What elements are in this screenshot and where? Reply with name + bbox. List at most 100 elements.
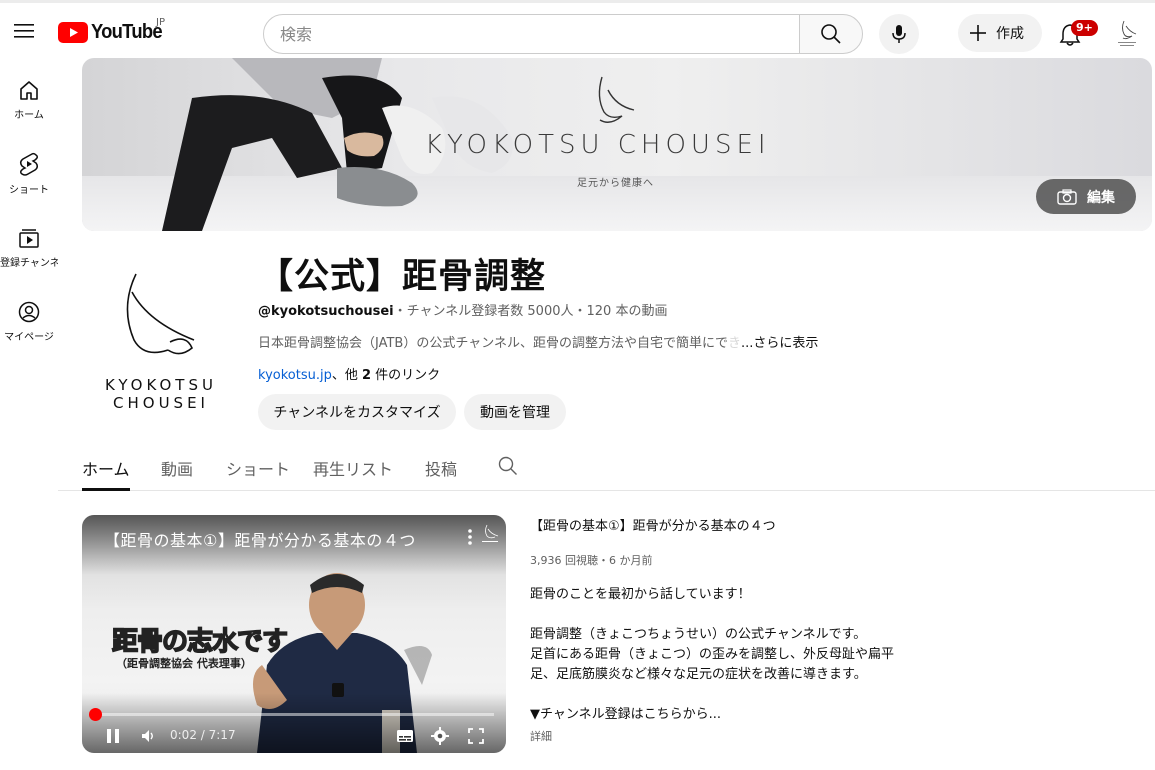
customize-channel-button[interactable]: チャンネルをカスタマイズ — [258, 394, 456, 430]
watermark-logo-icon — [482, 524, 499, 542]
channel-links: kyokotsu.jp、他 2 件のリンク — [258, 364, 440, 383]
video-overlay-subtitle: （距骨調整協会 代表理事） — [116, 657, 252, 670]
subscriptions-icon — [19, 229, 39, 248]
show-more-link[interactable]: ...さらに表示 — [741, 336, 818, 351]
captions-icon — [397, 730, 413, 742]
plus-icon — [970, 25, 986, 41]
kyokotsu-logo-icon — [126, 273, 195, 355]
region-label: JP — [156, 17, 165, 28]
channel-link-url[interactable]: kyokotsu.jp — [258, 368, 332, 383]
kyokotsu-logo-icon — [1118, 20, 1137, 46]
video-description: 距骨のことを最初から話しています！ 距骨調整（きょこつちょうせい）の公式チャンネ… — [530, 585, 950, 725]
channel-title: 【公式】距骨調整 — [258, 257, 547, 297]
stats-separator: ・ — [598, 554, 609, 567]
banner-title: KYOKOTSU CHOUSEI — [425, 130, 771, 160]
channel-description[interactable]: 日本距骨調整協会（JATB）の公式チャンネル、距骨の調整方法や自宅で簡単にでき.… — [258, 332, 818, 351]
manage-videos-button[interactable]: 動画を管理 — [464, 394, 566, 430]
tab-playlists[interactable]: 再生リスト — [313, 456, 393, 480]
description-line: 足、足底筋膜炎など様々な足元の症状を改善に導きます。 — [530, 667, 867, 682]
video-count: 120 本の動画 — [586, 304, 668, 319]
player-more-button[interactable] — [460, 527, 480, 547]
sidebar-item-label: ホーム — [14, 110, 44, 121]
description-line: 足首にある距骨（きょこつ）の歪みを調整し、外反母趾や扁平 — [530, 647, 895, 662]
duration: 7:17 — [208, 728, 236, 742]
sidebar-item-label: 登録チャンネル — [0, 258, 58, 269]
current-time: 0:02 — [170, 728, 197, 742]
search-icon — [821, 24, 841, 44]
links-count: 2 — [361, 368, 372, 383]
menu-button[interactable] — [8, 13, 40, 49]
you-icon — [18, 301, 40, 323]
notification-badge: 9+ — [1071, 20, 1098, 36]
description-fade: き — [727, 336, 741, 351]
subscriber-count: チャンネル登録者数 5000人 — [406, 304, 574, 319]
links-suffix-post[interactable]: 件のリンク — [371, 368, 440, 383]
channel-avatar-text: KYOKOTSU CHOUSEI — [96, 376, 226, 412]
edit-banner-button[interactable]: 編集 — [1036, 179, 1136, 214]
banner-logo-mark — [598, 76, 635, 123]
progress-scrubber[interactable] — [89, 708, 102, 721]
camera-icon — [1057, 188, 1077, 205]
captions-button[interactable] — [394, 725, 416, 747]
banner-subtitle: 足元から健康へ — [577, 178, 654, 189]
sidebar-item-shorts[interactable]: ショート — [0, 144, 58, 204]
shorts-icon — [19, 152, 39, 176]
tab-videos[interactable]: 動画 — [161, 456, 193, 480]
active-tab-indicator — [82, 488, 130, 491]
channel-tabs: ホーム 動画 ショート 再生リスト 投稿 — [58, 446, 1155, 491]
tab-shorts[interactable]: ショート — [226, 456, 290, 480]
pause-icon — [107, 729, 119, 743]
youtube-play-icon — [58, 21, 88, 43]
top-bar: YouTube JP 作成 9+ — [0, 0, 1155, 58]
video-stats: 3,936 回視聴・6 か月前 — [530, 552, 653, 568]
progress-bar[interactable] — [94, 713, 494, 716]
channel-avatar[interactable]: KYOKOTSU CHOUSEI — [96, 262, 226, 412]
sidebar-item-home[interactable]: ホーム — [0, 70, 58, 130]
pause-button[interactable] — [102, 725, 124, 747]
hamburger-menu-icon — [14, 24, 34, 38]
video-details-link[interactable]: 詳細 — [530, 728, 552, 744]
volume-button[interactable] — [138, 725, 160, 747]
channel-handle: @kyokotsuchousei — [258, 304, 394, 319]
tab-posts[interactable]: 投稿 — [425, 456, 457, 480]
description-text: 日本距骨調整協会（JATB）の公式チャンネル、距骨の調整方法や自宅で簡単にで — [258, 336, 728, 351]
view-count: 3,936 回視聴 — [530, 554, 598, 567]
description-line: ▼チャンネル登録はこちらから... — [530, 707, 722, 722]
sidebar-item-subscriptions[interactable]: 登録チャンネル — [0, 218, 58, 278]
volume-icon — [142, 730, 153, 742]
avatar-text-line1: KYOKOTSU — [105, 376, 217, 394]
sidebar-item-you[interactable]: マイページ — [0, 292, 58, 352]
fullscreen-button[interactable] — [465, 725, 487, 747]
gear-icon — [431, 727, 449, 745]
upload-age: 6 か月前 — [609, 554, 653, 567]
search-input[interactable] — [263, 14, 800, 54]
home-icon — [20, 81, 38, 100]
edit-label: 編集 — [1087, 189, 1115, 206]
tab-home[interactable]: ホーム — [82, 456, 130, 480]
sidebar-item-label: ショート — [9, 185, 49, 196]
channel-banner: KYOKOTSU CHOUSEI 足元から健康へ 編集 — [82, 58, 1152, 231]
channel-meta: @kyokotsuchousei・チャンネル登録者数 5000人・120 本の動… — [258, 300, 667, 319]
youtube-logo[interactable]: YouTube — [58, 19, 168, 45]
description-line: 距骨調整（きょこつちょうせい）の公式チャンネルです。 — [530, 627, 867, 642]
player-title[interactable]: 【距骨の基本①】距骨が分かる基本の４つ — [104, 527, 416, 551]
voice-search-button[interactable] — [879, 14, 919, 54]
microphone-icon — [892, 25, 906, 43]
meta-separator: ・ — [393, 304, 407, 319]
create-button[interactable]: 作成 — [958, 14, 1042, 52]
description-line: 距骨のことを最初から話しています！ — [530, 587, 751, 602]
channel-search-button[interactable] — [498, 456, 518, 480]
video-player[interactable]: 【距骨の基本①】距骨が分かる基本の４つ 距骨の志水です （距骨調整協会 代表理事… — [82, 515, 506, 753]
meta-separator: ・ — [573, 304, 587, 319]
sidebar-item-label: マイページ — [4, 332, 54, 343]
links-suffix-pre: 、他 — [331, 368, 362, 383]
account-avatar[interactable] — [1111, 17, 1143, 49]
avatar-text-line2: CHOUSEI — [113, 394, 209, 412]
settings-button[interactable] — [429, 725, 451, 747]
video-overlay-title: 距骨の志水です — [111, 626, 289, 658]
video-title[interactable]: 【距骨の基本①】距骨が分かる基本の４つ — [530, 515, 776, 534]
more-vert-icon — [468, 529, 472, 545]
search-button[interactable] — [799, 14, 863, 54]
search-icon — [498, 456, 517, 475]
logo-text: YouTube — [91, 20, 163, 43]
